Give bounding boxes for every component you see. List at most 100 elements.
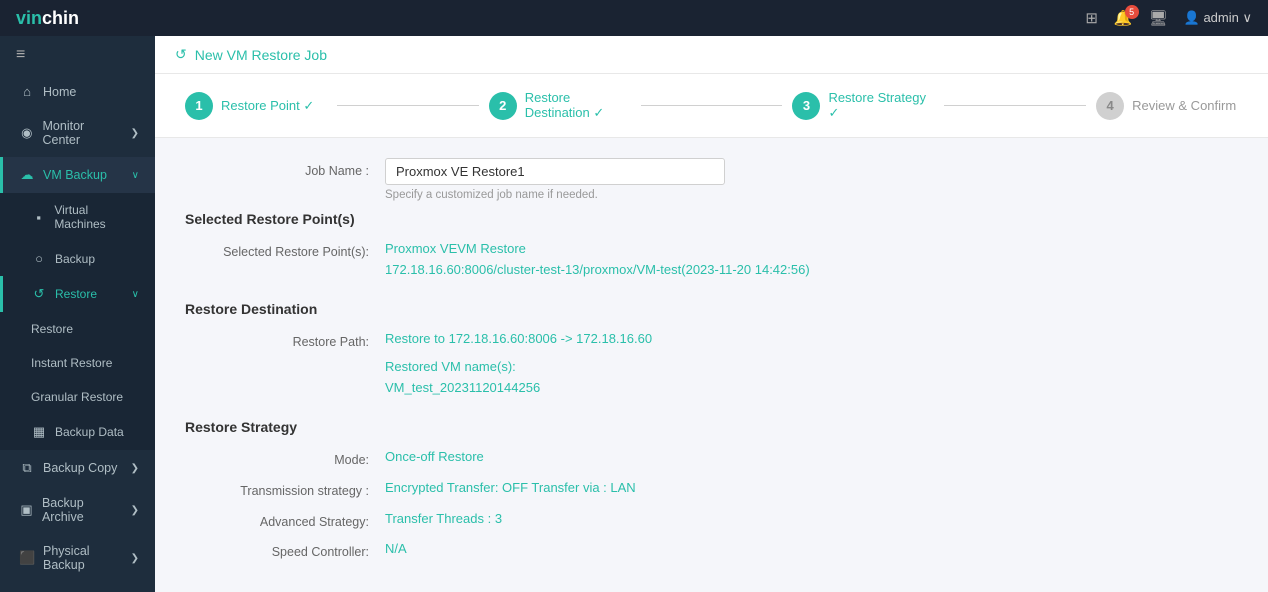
vm-icon: ▪	[31, 210, 46, 225]
backup-archive-icon: ▣	[19, 502, 34, 518]
topbar: vinchin ⊞ 🔔 5 🖥 👤 admin ∨	[0, 0, 1268, 36]
restore-strategy-section: Restore Strategy Mode: Once-off Restore …	[185, 419, 1238, 560]
chevron-right-icon-copy: ❯	[131, 463, 139, 474]
sidebar-label-granular: Granular Restore	[31, 390, 123, 404]
sidebar-toggle[interactable]: ≡	[0, 36, 155, 74]
restore-points-line2: 172.18.16.60:8006/cluster-test-13/proxmo…	[385, 260, 1238, 281]
step-label-1: Restore Point ✓	[221, 98, 314, 114]
sidebar-label-backup-copy: Backup Copy	[43, 461, 117, 475]
step-2: 2 Restore Destination ✓	[489, 90, 631, 121]
sidebar-label-home: Home	[43, 85, 76, 99]
steps-bar: 1 Restore Point ✓ 2 Restore Destination …	[155, 74, 1268, 138]
sidebar-item-backup-data[interactable]: ▦ Backup Data	[0, 414, 155, 450]
restore-icon: ↺	[31, 286, 47, 302]
restore-points-row: Selected Restore Point(s): Proxmox VEVM …	[185, 239, 1238, 281]
page-header: ↺ New VM Restore Job	[155, 36, 1268, 74]
restore-submenu: Restore Instant Restore Granular Restore	[0, 312, 155, 414]
sidebar-label-vmbackup: VM Backup	[43, 168, 107, 182]
step-4: 4 Review & Confirm	[1096, 92, 1238, 120]
user-label: admin	[1203, 10, 1238, 25]
sidebar-item-nas-backup[interactable]: ⊞ NAS Backup ❯	[0, 582, 155, 592]
job-name-value: Specify a customized job name if needed.	[385, 158, 1238, 201]
logo-vin: vin	[16, 8, 42, 28]
sidebar-item-virtual-machines[interactable]: ▪ Virtual Machines	[0, 193, 155, 241]
content-area: Job Name : Specify a customized job name…	[155, 138, 1268, 592]
monitor-icon[interactable]: 🖥	[1149, 9, 1168, 27]
step-circle-1: 1	[185, 92, 213, 120]
step-divider-2	[641, 105, 783, 106]
sidebar-item-instant-restore[interactable]: Instant Restore	[0, 346, 155, 380]
step-circle-3: 3	[792, 92, 820, 120]
restore-points-value: Proxmox VEVM Restore 172.18.16.60:8006/c…	[385, 239, 1238, 281]
restore-path-value: Restore to 172.18.16.60:8006 -> 172.18.1…	[385, 329, 1238, 399]
vmbackup-icon: ☁	[19, 167, 35, 183]
advanced-label: Advanced Strategy:	[185, 509, 385, 529]
sidebar-label-instant: Instant Restore	[31, 356, 112, 370]
sidebar-item-granular-restore[interactable]: Granular Restore	[0, 380, 155, 414]
restore-destination-title: Restore Destination	[185, 301, 1238, 317]
restore-points-label: Selected Restore Point(s):	[185, 239, 385, 259]
job-name-input[interactable]	[385, 158, 725, 185]
chevron-right-icon-archive: ❯	[131, 505, 139, 516]
sidebar-item-backup-copy[interactable]: ⧉ Backup Copy ❯	[0, 450, 155, 486]
sidebar-label-restore-sub: Restore	[31, 322, 73, 336]
vm-name-label: Restored VM name(s):	[385, 357, 1238, 378]
mode-value: Once-off Restore	[385, 447, 1238, 468]
sidebar: ≡ ⌂ Home ◉ Monitor Center ❯ ☁ VM Backup …	[0, 36, 155, 592]
logo-chin: chin	[42, 8, 79, 28]
job-name-row: Job Name : Specify a customized job name…	[185, 158, 1238, 201]
sidebar-item-monitor[interactable]: ◉ Monitor Center ❯	[0, 109, 155, 157]
page-title: New VM Restore Job	[195, 47, 327, 63]
sidebar-label-backup: Backup	[55, 252, 95, 266]
sidebar-item-restore-sub[interactable]: Restore	[0, 312, 155, 346]
logo: vinchin	[16, 8, 79, 29]
sidebar-label-physical-backup: Physical Backup	[43, 544, 123, 572]
chevron-right-icon: ❯	[131, 128, 139, 139]
speed-label: Speed Controller:	[185, 539, 385, 559]
job-name-label: Job Name :	[185, 158, 385, 178]
restore-points-section: Selected Restore Point(s) Selected Resto…	[185, 211, 1238, 281]
restore-path-text: Restore to 172.18.16.60:8006 -> 172.18.1…	[385, 329, 1238, 350]
speed-row: Speed Controller: N/A	[185, 539, 1238, 560]
step-label-4: Review & Confirm	[1132, 98, 1236, 113]
sidebar-item-home[interactable]: ⌂ Home	[0, 74, 155, 109]
sidebar-label-monitor: Monitor Center	[43, 119, 123, 147]
chevron-down-icon: ∨	[132, 170, 139, 181]
sidebar-label-vms: Virtual Machines	[54, 203, 139, 231]
mode-row: Mode: Once-off Restore	[185, 447, 1238, 468]
sidebar-item-vmbackup[interactable]: ☁ VM Backup ∨	[0, 157, 155, 193]
chevron-right-icon-physical: ❯	[131, 553, 139, 564]
sidebar-item-restore[interactable]: ↺ Restore ∨	[0, 276, 155, 312]
restore-path-row: Restore Path: Restore to 172.18.16.60:80…	[185, 329, 1238, 399]
speed-value: N/A	[385, 539, 1238, 560]
step-divider-1	[337, 105, 479, 106]
physical-backup-icon: ⬛	[19, 550, 35, 566]
step-divider-3	[944, 105, 1086, 106]
job-name-hint: Specify a customized job name if needed.	[385, 189, 1238, 201]
user-menu[interactable]: 👤 admin ∨	[1184, 10, 1252, 26]
sidebar-item-backup-archive[interactable]: ▣ Backup Archive ❯	[0, 486, 155, 534]
main-content: ↺ New VM Restore Job 1 Restore Point ✓ 2…	[155, 36, 1268, 592]
bell-icon[interactable]: 🔔 5	[1114, 9, 1133, 27]
advanced-row: Advanced Strategy: Transfer Threads : 3	[185, 509, 1238, 530]
sidebar-item-physical-backup[interactable]: ⬛ Physical Backup ❯	[0, 534, 155, 582]
bell-badge: 5	[1125, 5, 1139, 19]
grid-icon[interactable]: ⊞	[1085, 9, 1098, 27]
step-1: 1 Restore Point ✓	[185, 92, 327, 120]
restore-destination-section: Restore Destination Restore Path: Restor…	[185, 301, 1238, 399]
restore-points-line1: Proxmox VEVM Restore	[385, 239, 1238, 260]
advanced-value: Transfer Threads : 3	[385, 509, 1238, 530]
restore-points-title: Selected Restore Point(s)	[185, 211, 1238, 227]
backup-icon: ○	[31, 251, 47, 266]
sidebar-item-backup[interactable]: ○ Backup	[0, 241, 155, 276]
step-label-3: Restore Strategy ✓	[828, 90, 934, 121]
chevron-down-icon-restore: ∨	[132, 289, 139, 300]
backup-data-icon: ▦	[31, 424, 47, 440]
sidebar-label-backup-archive: Backup Archive	[42, 496, 123, 524]
transmission-row: Transmission strategy : Encrypted Transf…	[185, 478, 1238, 499]
step-circle-4: 4	[1096, 92, 1124, 120]
vmbackup-submenu: ▪ Virtual Machines ○ Backup ↺ Restore ∨ …	[0, 193, 155, 450]
topbar-right: ⊞ 🔔 5 🖥 👤 admin ∨	[1085, 9, 1252, 27]
backup-copy-icon: ⧉	[19, 460, 35, 476]
restore-path-label: Restore Path:	[185, 329, 385, 349]
